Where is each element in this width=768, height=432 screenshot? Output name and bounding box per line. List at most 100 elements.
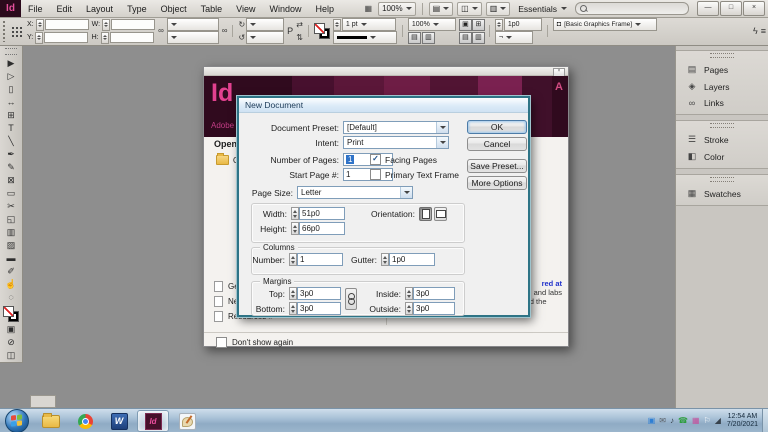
rotate-cw-icon[interactable]: ↻ (238, 20, 245, 30)
panel-links[interactable]: ∞ Links (676, 95, 768, 111)
zoom-tool-icon[interactable]: ◌ (2, 291, 20, 304)
gutter-stepper[interactable] (381, 253, 389, 266)
menu-edit[interactable]: Edit (50, 4, 80, 14)
panel-color[interactable]: ◧ Color (676, 148, 768, 165)
gradient-swatch-tool-icon[interactable]: ▥ (2, 226, 20, 239)
show-desktop-button[interactable] (762, 409, 768, 432)
reference-point-grid[interactable] (11, 25, 22, 37)
auto-fit-button[interactable]: ▥ (471, 31, 485, 44)
eyedropper-tool-icon[interactable]: ✐ (2, 265, 20, 278)
content-collector-tool-icon[interactable]: ⊞ (2, 109, 20, 122)
w-input[interactable] (111, 19, 156, 30)
margin-bottom-input[interactable]: 3p0 (297, 302, 341, 315)
flip-vertical-icon[interactable]: ⇅ (296, 33, 303, 43)
workspace-switcher[interactable]: Essentials (514, 4, 571, 14)
dont-show-checkbox[interactable] (216, 337, 227, 348)
opacity-dropdown[interactable]: 100% (407, 18, 456, 31)
fill-none-swatch-icon[interactable] (3, 306, 14, 317)
y-stepper[interactable] (35, 31, 44, 44)
columns-number-stepper[interactable] (289, 253, 297, 266)
hand-tool-icon[interactable]: ☝ (2, 278, 20, 291)
margin-top-input[interactable]: 3p0 (297, 287, 341, 300)
taskbar-explorer-button[interactable] (35, 410, 67, 432)
menu-file[interactable]: File (21, 4, 50, 14)
menu-window[interactable]: Window (262, 4, 308, 14)
selection-tool-icon[interactable]: ▶ (2, 57, 20, 70)
more-options-button[interactable]: More Options (467, 176, 527, 190)
formatting-affects-icon[interactable]: ▣ (2, 323, 20, 336)
h-stepper[interactable] (100, 31, 109, 44)
taskbar-paint-button[interactable] (171, 410, 203, 432)
scale-x-dropdown[interactable] (166, 18, 219, 31)
panel-pages[interactable]: ▤ Pages (676, 61, 768, 78)
stroke-weight-stepper[interactable] (332, 18, 341, 31)
gradient-feather-tool-icon[interactable]: ▨ (2, 239, 20, 252)
panel-drag-handle[interactable] (710, 123, 734, 128)
corner-radius-field[interactable]: 1p0 (503, 18, 542, 31)
ok-button[interactable]: OK (467, 120, 527, 134)
facing-pages-checkbox[interactable]: ✓ Facing Pages (370, 154, 437, 165)
margin-outside-input[interactable]: 3p0 (413, 302, 455, 315)
flip-horizontal-icon[interactable]: ⇄ (296, 20, 303, 30)
direct-selection-tool-icon[interactable]: ▷ (2, 70, 20, 83)
menu-table[interactable]: Table (194, 4, 230, 14)
orientation-portrait-button[interactable] (419, 207, 432, 221)
intent-dropdown[interactable]: Print (343, 136, 449, 149)
tray-phone-icon[interactable]: ☎ (678, 417, 688, 425)
margin-inside-stepper[interactable] (405, 287, 413, 300)
margin-bottom-stepper[interactable] (289, 302, 297, 315)
shear-angle-dropdown[interactable] (246, 31, 285, 44)
document-preset-dropdown[interactable]: [Default] (343, 121, 449, 134)
make-margins-same-button[interactable] (345, 288, 357, 310)
cancel-button[interactable]: Cancel (467, 137, 527, 151)
pen-tool-icon[interactable]: ✒ (2, 148, 20, 161)
effects-button[interactable]: ▥ (421, 31, 435, 44)
tray-action-center-icon[interactable]: ⚐ (704, 417, 711, 425)
tray-volume-icon[interactable]: ♪ (670, 417, 674, 425)
start-button[interactable] (5, 409, 29, 432)
save-preset-button[interactable]: Save Preset... (467, 159, 527, 173)
panel-swatches[interactable]: ▦ Swatches (676, 185, 768, 202)
height-stepper[interactable] (291, 222, 299, 235)
corner-radius-stepper[interactable] (494, 18, 503, 31)
toolbox-drag-handle[interactable] (5, 48, 17, 55)
menu-layout[interactable]: Layout (79, 4, 120, 14)
h-input[interactable] (109, 32, 154, 43)
menu-type[interactable]: Type (120, 4, 154, 14)
wrap-bounding-button[interactable]: ⊞ (471, 18, 485, 31)
tray-color-app-icon[interactable]: ▦ (692, 417, 700, 425)
line-tool-icon[interactable]: ╲ (2, 135, 20, 148)
type-tool-icon[interactable]: T (2, 122, 20, 135)
primary-text-frame-checkbox[interactable]: Primary Text Frame (370, 169, 459, 180)
gap-tool-icon[interactable]: ↔ (2, 96, 20, 109)
wrap-none-button[interactable]: ▣ (458, 18, 472, 31)
x-input[interactable] (44, 19, 89, 30)
frame-fitting-button[interactable]: ▤ (458, 31, 472, 44)
corner-style-dropdown[interactable]: ¬ (494, 31, 533, 44)
view-mode-icon[interactable]: ◫ (2, 349, 20, 362)
scissors-tool-icon[interactable]: ✂ (2, 200, 20, 213)
note-tool-icon[interactable]: ▬ (2, 252, 20, 265)
minimize-button[interactable]: — (697, 1, 719, 16)
free-transform-tool-icon[interactable]: ◱ (2, 213, 20, 226)
width-stepper[interactable] (291, 207, 299, 220)
taskbar-chrome-button[interactable] (69, 410, 101, 432)
fill-stroke-proxy[interactable] (313, 23, 330, 39)
panel-stroke[interactable]: ☰ Stroke (676, 131, 768, 148)
panel-drag-handle[interactable] (710, 53, 734, 58)
menu-object[interactable]: Object (154, 4, 194, 14)
tray-app-icon[interactable]: ▣ (648, 417, 656, 425)
fill-swatch-none-icon[interactable] (313, 23, 325, 34)
constrain-dimensions-icon[interactable]: ∞ (158, 26, 164, 36)
x-stepper[interactable] (35, 18, 44, 31)
tray-network-icon[interactable]: ◢ (715, 417, 721, 425)
taskbar-word-button[interactable]: W (103, 410, 135, 432)
columns-number-input[interactable]: 1 (297, 253, 343, 266)
frame-tool-icon[interactable]: ⊠ (2, 174, 20, 187)
margin-inside-input[interactable]: 3p0 (413, 287, 455, 300)
page-size-dropdown[interactable]: Letter (297, 186, 413, 199)
rotation-angle-dropdown[interactable] (246, 18, 285, 31)
screen-mode-dropdown[interactable]: ◫ (457, 1, 482, 16)
width-input[interactable]: 51p0 (299, 207, 345, 220)
menu-view[interactable]: View (229, 4, 262, 14)
